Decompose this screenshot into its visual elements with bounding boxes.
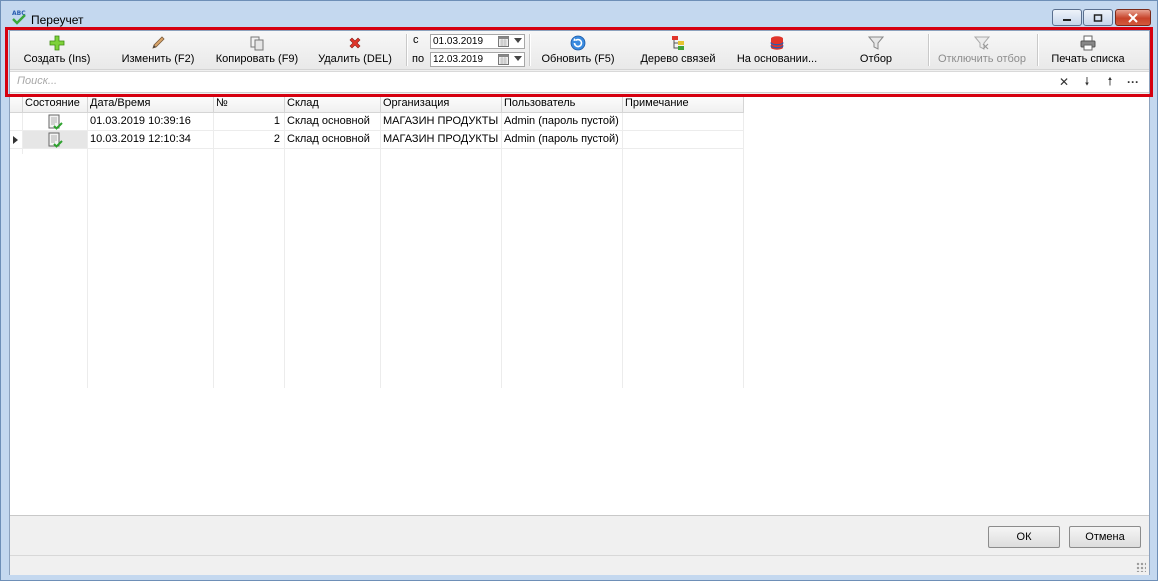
minimize-icon xyxy=(1063,18,1071,21)
delete-x-icon xyxy=(349,37,361,49)
documents-grid[interactable]: Состояние Дата/Время № Склад Организация… xyxy=(10,95,1149,516)
user-cell: Admin (пароль пустой) xyxy=(502,113,623,131)
minimize-button[interactable] xyxy=(1052,9,1082,26)
abc-check-icon: ABC xyxy=(12,10,26,25)
column-header-organization[interactable]: Организация xyxy=(381,96,502,113)
state-cell xyxy=(23,131,88,149)
search-next-icon[interactable]: 🠗 xyxy=(1079,74,1095,90)
filter-funnel-icon xyxy=(868,36,884,50)
period-to-label: по xyxy=(412,53,425,65)
warehouse-cell: Склад основной xyxy=(285,113,381,131)
create-label: Создать (Ins) xyxy=(23,53,91,65)
row-selector-header xyxy=(10,96,23,113)
copy-label: Копировать (F9) xyxy=(215,53,299,65)
column-header-datetime[interactable]: Дата/Время xyxy=(88,96,214,113)
document-posted-icon xyxy=(48,132,63,148)
window: ABC Переучет Создать (Ins) Изменить (F2) xyxy=(0,0,1158,581)
status-bar xyxy=(10,555,1149,575)
clear-search-icon[interactable]: ✕ xyxy=(1056,74,1072,90)
ok-button[interactable]: ОК xyxy=(988,526,1060,548)
row-selector[interactable] xyxy=(10,131,23,149)
calendar-icon[interactable] xyxy=(498,54,509,65)
based-on-label: На основании... xyxy=(736,53,818,65)
column-header-user[interactable]: Пользователь xyxy=(502,96,623,113)
toolbar-separator xyxy=(1037,34,1039,66)
delete-label: Удалить (DEL) xyxy=(318,53,392,65)
warehouse-cell: Склад основной xyxy=(285,131,381,149)
column-header-note[interactable]: Примечание xyxy=(623,96,744,113)
based-on-button[interactable]: На основании... xyxy=(732,33,822,67)
cancel-button[interactable]: Отмена xyxy=(1069,526,1141,548)
close-window-button[interactable] xyxy=(1115,9,1151,26)
create-button[interactable]: Создать (Ins) xyxy=(16,33,98,67)
printer-icon xyxy=(1080,35,1096,51)
filter-button[interactable]: Отбор xyxy=(846,33,906,67)
copy-icon xyxy=(250,36,264,51)
refresh-button[interactable]: Обновить (F5) xyxy=(536,33,620,67)
chevron-down-icon[interactable] xyxy=(514,38,522,43)
edit-button[interactable]: Изменить (F2) xyxy=(114,33,202,67)
filter-off-icon xyxy=(974,36,990,50)
tree-icon xyxy=(672,36,684,50)
table-row[interactable]: 01.03.2019 10:39:16 1 Склад основной МАГ… xyxy=(10,113,744,131)
close-icon xyxy=(1128,12,1138,23)
more-options-icon[interactable]: ··· xyxy=(1125,74,1141,90)
period-to-field[interactable]: 12.03.2019 xyxy=(430,52,525,67)
column-header-warehouse[interactable]: Склад xyxy=(285,96,381,113)
toolbar-separator xyxy=(928,34,930,66)
title-bar[interactable]: ABC Переучет xyxy=(1,1,1157,29)
toolbar-separator xyxy=(406,34,408,66)
organization-cell: МАГАЗИН ПРОДУКТЫ xyxy=(381,113,502,131)
period-from-value: 01.03.2019 xyxy=(433,36,484,47)
disable-filter-label: Отключить отбор xyxy=(937,53,1027,65)
document-posted-icon xyxy=(48,114,63,130)
search-previous-icon[interactable]: 🠕 xyxy=(1102,74,1118,90)
relations-tree-button[interactable]: Дерево связей xyxy=(636,33,720,67)
maximize-button[interactable] xyxy=(1083,9,1113,26)
number-cell: 1 xyxy=(214,113,285,131)
period-from-field[interactable]: 01.03.2019 xyxy=(430,34,525,49)
number-cell: 2 xyxy=(214,131,285,149)
note-cell xyxy=(623,131,744,149)
copy-button[interactable]: Копировать (F9) xyxy=(210,33,304,67)
toolbar-separator xyxy=(529,34,531,66)
dialog-buttons-bar: ОК Отмена xyxy=(10,515,1149,556)
chevron-down-icon[interactable] xyxy=(514,56,522,61)
calendar-icon[interactable] xyxy=(498,36,509,47)
table-row[interactable]: 10.03.2019 12:10:34 2 Склад основной МАГ… xyxy=(10,131,744,149)
client-area: Создать (Ins) Изменить (F2) Копировать (… xyxy=(9,30,1150,575)
period-from-label: с xyxy=(413,34,419,46)
refresh-label: Обновить (F5) xyxy=(541,53,615,65)
disable-filter-button[interactable]: Отключить отбор xyxy=(935,33,1029,67)
pencil-icon xyxy=(152,36,165,49)
organization-cell: МАГАЗИН ПРОДУКТЫ xyxy=(381,131,502,149)
restore-icon xyxy=(1093,13,1103,22)
print-list-button[interactable]: Печать списка xyxy=(1046,33,1130,67)
column-header-state[interactable]: Состояние xyxy=(23,96,88,113)
datetime-cell: 01.03.2019 10:39:16 xyxy=(88,113,214,131)
resize-grip-icon[interactable] xyxy=(1136,562,1146,572)
plus-icon xyxy=(49,35,65,51)
window-title: Переучет xyxy=(31,13,84,27)
delete-button[interactable]: Удалить (DEL) xyxy=(314,33,396,67)
current-row-indicator-icon xyxy=(13,136,18,144)
column-header-number[interactable]: № xyxy=(214,96,285,113)
toolbar: Создать (Ins) Изменить (F2) Копировать (… xyxy=(10,31,1149,70)
state-cell xyxy=(23,113,88,131)
search-bar: ✕ 🠗 🠕 ··· xyxy=(10,71,1149,93)
user-cell: Admin (пароль пустой) xyxy=(502,131,623,149)
relations-tree-label: Дерево связей xyxy=(640,53,716,65)
filter-label: Отбор xyxy=(859,53,893,65)
search-input[interactable] xyxy=(13,73,1057,89)
refresh-icon xyxy=(570,35,586,51)
period-to-value: 12.03.2019 xyxy=(433,54,484,65)
row-selector[interactable] xyxy=(10,113,23,131)
note-cell xyxy=(623,113,744,131)
database-icon xyxy=(770,36,784,50)
edit-label: Изменить (F2) xyxy=(121,53,195,65)
datetime-cell: 10.03.2019 12:10:34 xyxy=(88,131,214,149)
print-list-label: Печать списка xyxy=(1051,53,1125,65)
